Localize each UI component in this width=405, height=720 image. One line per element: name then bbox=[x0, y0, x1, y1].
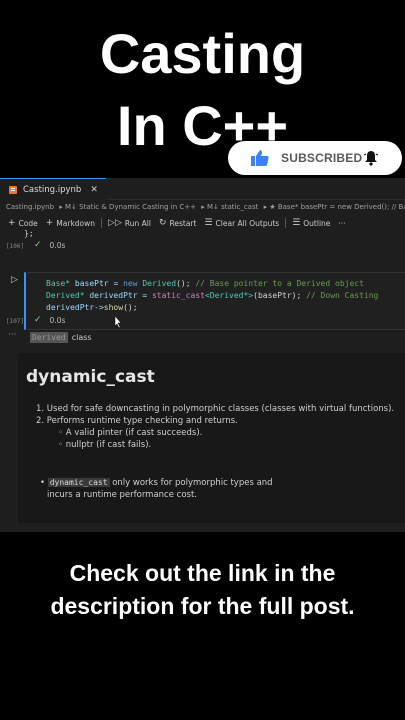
bell-icon[interactable] bbox=[363, 150, 379, 166]
notebook-icon bbox=[9, 185, 17, 194]
code-token: new bbox=[123, 279, 138, 288]
plus-icon: + bbox=[8, 218, 16, 228]
vscode-notebook-window: Casting.ipynb ✕ Casting.ipynb ▸ M↓ Stati… bbox=[0, 178, 405, 532]
breadcrumb-item[interactable]: ▸ M↓ Static & Dynamic Casting in C++ bbox=[59, 203, 196, 211]
mouse-cursor-icon bbox=[114, 316, 122, 328]
output-more-icon[interactable]: ··· bbox=[8, 330, 17, 340]
tab-casting-ipynb[interactable]: Casting.ipynb ✕ bbox=[0, 178, 106, 200]
caption-line-1: Check out the link in the bbox=[69, 560, 336, 586]
editor-tab-bar: Casting.ipynb ✕ bbox=[0, 178, 405, 200]
code-comment: // Down Casting bbox=[306, 291, 379, 300]
toolbar-divider bbox=[285, 218, 287, 228]
code-comment: // Base pointer to a Derived object bbox=[195, 279, 364, 288]
check-icon: ✓ bbox=[34, 240, 42, 250]
video-title-line-1: Casting bbox=[99, 22, 306, 85]
exec-time: 0.0s bbox=[49, 315, 66, 325]
restart-button[interactable]: ↻ Restart bbox=[155, 218, 201, 228]
previous-cell-code: }; bbox=[24, 229, 34, 238]
cell-output: Derived class bbox=[30, 332, 92, 343]
markdown-bullet: • dynamic_cast only works for polymorphi… bbox=[40, 477, 273, 501]
clear-outputs-icon: ☰ bbox=[204, 218, 213, 228]
inline-code: dynamic_cast bbox=[47, 478, 110, 487]
run-all-button[interactable]: ▷▷ Run All bbox=[104, 218, 155, 228]
add-code-label: Code bbox=[18, 218, 38, 228]
bullet-text: only works for polymorphic types and bbox=[109, 478, 273, 488]
markdown-heading: dynamic_cast bbox=[26, 367, 155, 387]
code-editor[interactable]: Base* basePtr = new Derived(); // Base p… bbox=[46, 278, 378, 314]
code-token: static_cast bbox=[151, 291, 205, 300]
bullet-text-continued: incurs a runtime performance cost. bbox=[47, 490, 197, 500]
code-token: <Derived*> bbox=[204, 291, 254, 300]
previous-execution-count: [106] bbox=[6, 243, 25, 250]
plus-icon: + bbox=[45, 218, 54, 228]
previous-exec-time: 0.0s bbox=[49, 240, 66, 250]
more-actions-button[interactable]: ··· bbox=[334, 219, 349, 228]
run-cell-icon[interactable]: ▷ bbox=[11, 275, 18, 285]
bullet-dot: • bbox=[40, 478, 48, 488]
execution-status: ✓ 0.0s bbox=[34, 315, 65, 325]
thumbs-up-icon bbox=[251, 150, 269, 166]
toolbar-divider bbox=[101, 218, 103, 228]
code-token: derivedPtr = bbox=[84, 291, 152, 300]
markdown-cell[interactable]: dynamic_cast 1. Used for safe downcastin… bbox=[18, 353, 405, 523]
outline-button[interactable]: ☰ Outline bbox=[288, 218, 334, 228]
code-token: show bbox=[103, 303, 124, 312]
close-tab-icon[interactable]: ✕ bbox=[90, 185, 98, 195]
caption-line-2: description for the full post. bbox=[50, 593, 355, 619]
more-label: ··· bbox=[338, 218, 346, 228]
restart-icon: ↻ bbox=[158, 218, 167, 228]
list-subitem: ◦ nullptr (if cast fails). bbox=[58, 440, 152, 450]
code-token: (); bbox=[176, 279, 196, 288]
run-all-icon: ▷▷ bbox=[108, 218, 122, 228]
list-item: 2. Performs runtime type checking and re… bbox=[36, 416, 238, 426]
output-text: class bbox=[71, 333, 92, 342]
code-token: Derived bbox=[137, 279, 177, 288]
code-token: basePtr = bbox=[70, 279, 124, 288]
restart-label: Restart bbox=[169, 218, 197, 228]
code-token: derivedPtr-> bbox=[46, 303, 104, 312]
clear-outputs-label: Clear All Outputs bbox=[215, 218, 280, 228]
breadcrumb: Casting.ipynb ▸ M↓ Static & Dynamic Cast… bbox=[6, 203, 405, 211]
code-token: (); bbox=[123, 303, 138, 312]
run-all-label: Run All bbox=[124, 218, 151, 228]
outline-icon: ☰ bbox=[292, 218, 301, 228]
add-markdown-cell-button[interactable]: + Markdown bbox=[42, 218, 99, 228]
check-icon: ✓ bbox=[34, 315, 42, 325]
execution-count: [107] bbox=[6, 318, 25, 325]
previous-execution-status: ✓ 0.0s bbox=[34, 240, 65, 250]
output-highlight: Derived bbox=[30, 332, 68, 343]
outline-label: Outline bbox=[303, 218, 331, 228]
list-subitem: ◦ A valid pinter (if cast succeeds). bbox=[58, 428, 203, 438]
code-token: Base* bbox=[46, 279, 71, 288]
breadcrumb-item[interactable]: ▸ ★ Base* basePtr = new Derived(); // Ba bbox=[264, 203, 405, 211]
add-markdown-label: Markdown bbox=[56, 218, 96, 228]
add-code-cell-button[interactable]: + Code bbox=[4, 218, 42, 228]
code-token: (basePtr); bbox=[253, 291, 307, 300]
list-item: 1. Used for safe downcasting in polymorp… bbox=[36, 404, 395, 414]
breadcrumb-item[interactable]: Casting.ipynb bbox=[6, 203, 54, 211]
code-token: Derived* bbox=[46, 291, 85, 300]
subscribed-button[interactable]: SUBSCRIBED bbox=[228, 141, 402, 175]
clear-outputs-button[interactable]: ☰ Clear All Outputs bbox=[200, 218, 283, 228]
breadcrumb-item[interactable]: ▸ M↓ static_cast bbox=[201, 203, 258, 211]
markdown-numbered-list: 1. Used for safe downcasting in polymorp… bbox=[36, 403, 394, 451]
code-cell[interactable]: Base* basePtr = new Derived(); // Base p… bbox=[24, 272, 405, 330]
tab-label: Casting.ipynb bbox=[23, 184, 82, 195]
notebook-toolbar: + Code + Markdown ▷▷ Run All ↻ Restart ☰… bbox=[4, 216, 350, 230]
subscribed-label: SUBSCRIBED bbox=[281, 151, 363, 165]
